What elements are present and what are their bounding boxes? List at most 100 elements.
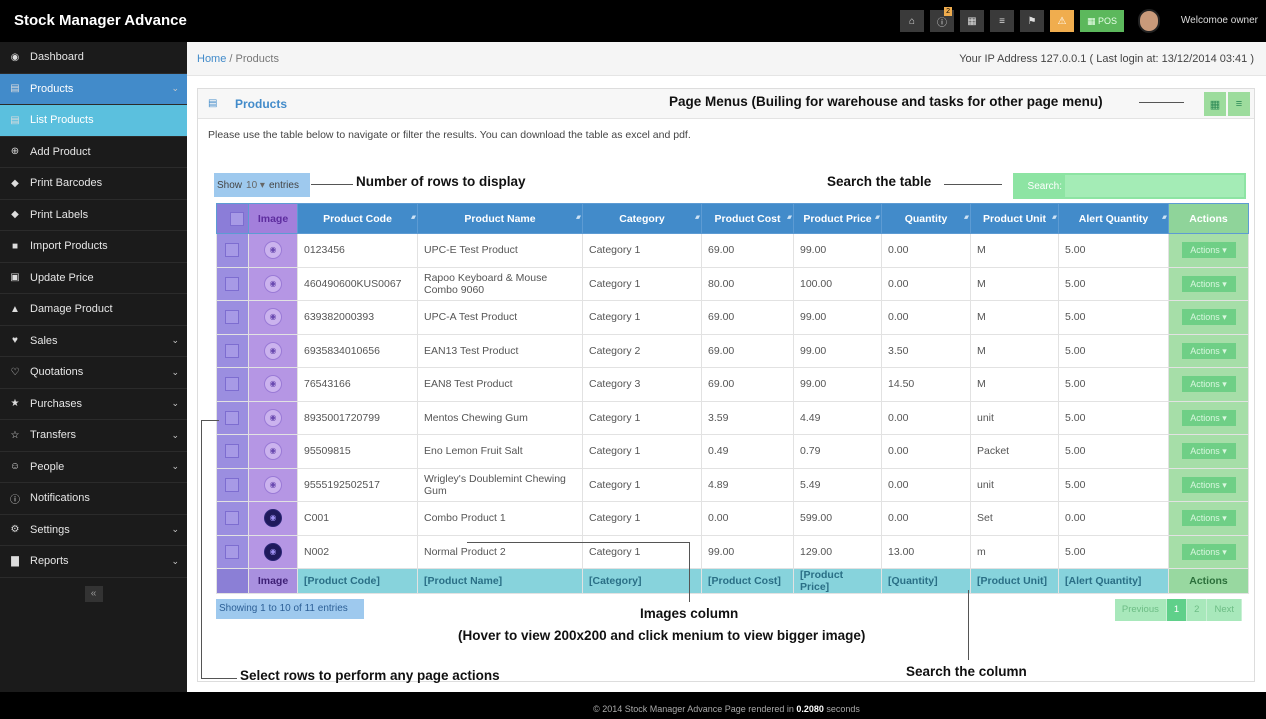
sidebar-item-list-products[interactable]: ▤ List Products — [0, 105, 187, 137]
calendar-icon[interactable]: ▦ — [960, 10, 984, 32]
actions-dropdown-button[interactable]: Actions ▾ — [1181, 409, 1236, 426]
product-image-icon[interactable]: ◉ — [264, 241, 282, 260]
column-header[interactable]: Alert Quantity — [1058, 203, 1169, 234]
column-header[interactable]: Product Cost — [701, 203, 794, 234]
sidebar-collapse-button[interactable]: « — [84, 585, 103, 602]
actions-dropdown-button[interactable]: Actions ▾ — [1181, 443, 1236, 460]
row-checkbox[interactable] — [225, 343, 239, 358]
product-image-icon[interactable]: ◉ — [264, 341, 282, 360]
actions-dropdown-button[interactable]: Actions ▾ — [1181, 309, 1236, 326]
product-image-icon[interactable]: ◉ — [264, 475, 282, 494]
notification-icon[interactable]: ⚑ — [1020, 10, 1044, 32]
product-image-icon[interactable]: ◉ — [264, 542, 282, 561]
sidebar-item-damage-product[interactable]: ▲ Damage Product — [0, 294, 187, 326]
table-row[interactable]: ◉ 0123456 UPC-E Test Product Category 1 69.0… — [216, 233, 1249, 268]
sidebar-item-transfers[interactable]: ☆ Transfers ⌄ — [0, 420, 187, 452]
row-checkbox[interactable] — [225, 310, 239, 325]
search-input[interactable] — [1065, 175, 1244, 197]
column-search-filter[interactable]: [Alert Quantity] — [1058, 568, 1169, 594]
column-search-filter[interactable]: [Category] — [582, 568, 702, 594]
actions-dropdown-button[interactable]: Actions ▾ — [1181, 543, 1236, 560]
sidebar-item-update-price[interactable]: ▣ Update Price — [0, 263, 187, 294]
cell-qty: 14.50 — [881, 367, 971, 402]
row-checkbox[interactable] — [225, 477, 239, 492]
column-search-filter[interactable]: [Product Name] — [417, 568, 583, 594]
table-row[interactable]: ◉ N002 Normal Product 2 Category 1 99.00 129.… — [216, 534, 1249, 569]
actions-dropdown-button[interactable]: Actions ▾ — [1181, 510, 1236, 527]
row-checkbox[interactable] — [225, 511, 239, 526]
table-row[interactable]: ◉ 6935834010656 EAN13 Test Product Category… — [216, 333, 1249, 368]
pagination-next[interactable]: Next — [1207, 599, 1242, 621]
table-row[interactable]: ◉ 639382000393 UPC-A Test Product Category … — [216, 300, 1249, 335]
sidebar-item-dashboard[interactable]: ◉ Dashboard — [0, 42, 187, 74]
table-row[interactable]: ◉ 95509815 Eno Lemon Fruit Salt Category 10… — [216, 434, 1249, 469]
sidebar-item-products[interactable]: ▤ Products ⌄ — [0, 73, 187, 105]
home-icon[interactable]: ⌂ — [900, 10, 924, 32]
sidebar-item-sales[interactable]: ♥ Sales ⌄ — [0, 326, 187, 357]
select-all-header[interactable] — [216, 203, 249, 234]
column-header[interactable]: Category — [582, 203, 702, 234]
actions-dropdown-button[interactable]: Actions ▾ — [1181, 275, 1236, 292]
sidebar-item-purchases[interactable]: ★ Purchases ⌄ — [0, 389, 187, 420]
column-header[interactable]: Actions — [1168, 203, 1249, 234]
row-checkbox[interactable] — [225, 444, 239, 459]
rows-length-select[interactable]: 10 ▾ — [246, 180, 265, 191]
avatar[interactable] — [1138, 9, 1160, 33]
actions-dropdown-button[interactable]: Actions ▾ — [1181, 476, 1236, 493]
sidebar-item-print-barcodes[interactable]: ◆ Print Barcodes — [0, 168, 187, 200]
sidebar-item-notifications[interactable]: ⓘ Notifications — [0, 483, 187, 515]
breadcrumb-home-link[interactable]: Home — [197, 53, 226, 65]
sidebar-item-settings[interactable]: ⚙ Settings ⌄ — [0, 515, 187, 546]
actions-dropdown-button[interactable]: Actions ▾ — [1181, 376, 1236, 393]
row-checkbox[interactable] — [225, 544, 239, 559]
sidebar-item-quotations[interactable]: ♡ Quotations ⌄ — [0, 357, 187, 389]
column-header[interactable]: Product Unit — [970, 203, 1059, 234]
pagination-previous[interactable]: Previous — [1114, 599, 1167, 621]
product-image-icon[interactable]: ◉ — [264, 308, 282, 327]
sidebar-item-reports[interactable]: ▇ Reports ⌄ — [0, 546, 187, 578]
actions-dropdown-button[interactable]: Actions ▾ — [1181, 342, 1236, 359]
cell-name: Eno Lemon Fruit Salt — [417, 434, 583, 469]
product-image-icon[interactable]: ◉ — [264, 509, 282, 528]
info-icon[interactable]: ⓘ 2 — [930, 7, 954, 32]
sidebar-item-add-product[interactable]: ⊕ Add Product — [0, 137, 187, 168]
column-search-filter[interactable]: [Product Unit] — [970, 568, 1059, 594]
column-header[interactable]: Image — [248, 203, 298, 234]
row-checkbox[interactable] — [225, 276, 239, 291]
product-image-icon[interactable]: ◉ — [264, 442, 282, 461]
sidebar-item-people[interactable]: ☺ People ⌄ — [0, 452, 187, 483]
table-row[interactable]: ◉ 8935001720799 Mentos Chewing Gum Category… — [216, 400, 1249, 435]
actions-dropdown-button[interactable]: Actions ▾ — [1181, 242, 1236, 259]
column-header[interactable]: Quantity — [881, 203, 971, 234]
language-icon[interactable]: ≡ — [990, 10, 1014, 32]
column-search-filter[interactable]: [Quantity] — [881, 568, 971, 594]
welcome-text[interactable]: Welcomoe owner — [1181, 0, 1258, 42]
pos-button[interactable]: ▦ POS — [1080, 10, 1124, 32]
table-row[interactable]: ◉ C001 Combo Product 1 Category 1 0.00 599.00… — [216, 501, 1249, 536]
column-search-filter[interactable]: [Product Price] — [793, 568, 882, 594]
tasks-menu-icon[interactable]: ≡ — [1228, 92, 1250, 116]
row-checkbox[interactable] — [225, 243, 239, 258]
warning-icon[interactable]: ⚠ — [1050, 10, 1074, 32]
column-header[interactable]: Product Name — [417, 203, 583, 234]
table-row[interactable]: ◉ 9555192502517 Wrigley's Doublemint Chewi… — [216, 467, 1249, 502]
app-brand[interactable]: Stock Manager Advance — [14, 0, 187, 42]
column-header[interactable]: Product Price — [793, 203, 882, 234]
product-image-icon[interactable]: ◉ — [264, 274, 282, 293]
product-image-icon[interactable]: ◉ — [264, 375, 282, 394]
select-all-checkbox[interactable] — [229, 211, 244, 226]
column-search-filter[interactable]: [Product Cost] — [701, 568, 794, 594]
cell-name: EAN13 Test Product — [417, 333, 583, 368]
sidebar-item-print-labels[interactable]: ◆ Print Labels — [0, 200, 187, 231]
row-checkbox[interactable] — [225, 377, 239, 392]
column-search-filter[interactable]: [Product Code] — [297, 568, 418, 594]
row-checkbox[interactable] — [225, 410, 239, 425]
product-image-icon[interactable]: ◉ — [264, 408, 282, 427]
sidebar-item-import-products[interactable]: ■ Import Products — [0, 231, 187, 263]
pagination-2[interactable]: 2 — [1187, 599, 1208, 621]
pagination-1[interactable]: 1 — [1166, 599, 1188, 621]
table-row[interactable]: ◉ 76543166 EAN8 Test Product Category 3 69.0… — [216, 367, 1249, 402]
table-row[interactable]: ◉ 460490600KUS0067 Rapoo Keyboard & Mouse … — [216, 266, 1249, 301]
column-header[interactable]: Product Code — [297, 203, 418, 234]
warehouse-building-icon[interactable]: ▦ — [1204, 92, 1226, 116]
